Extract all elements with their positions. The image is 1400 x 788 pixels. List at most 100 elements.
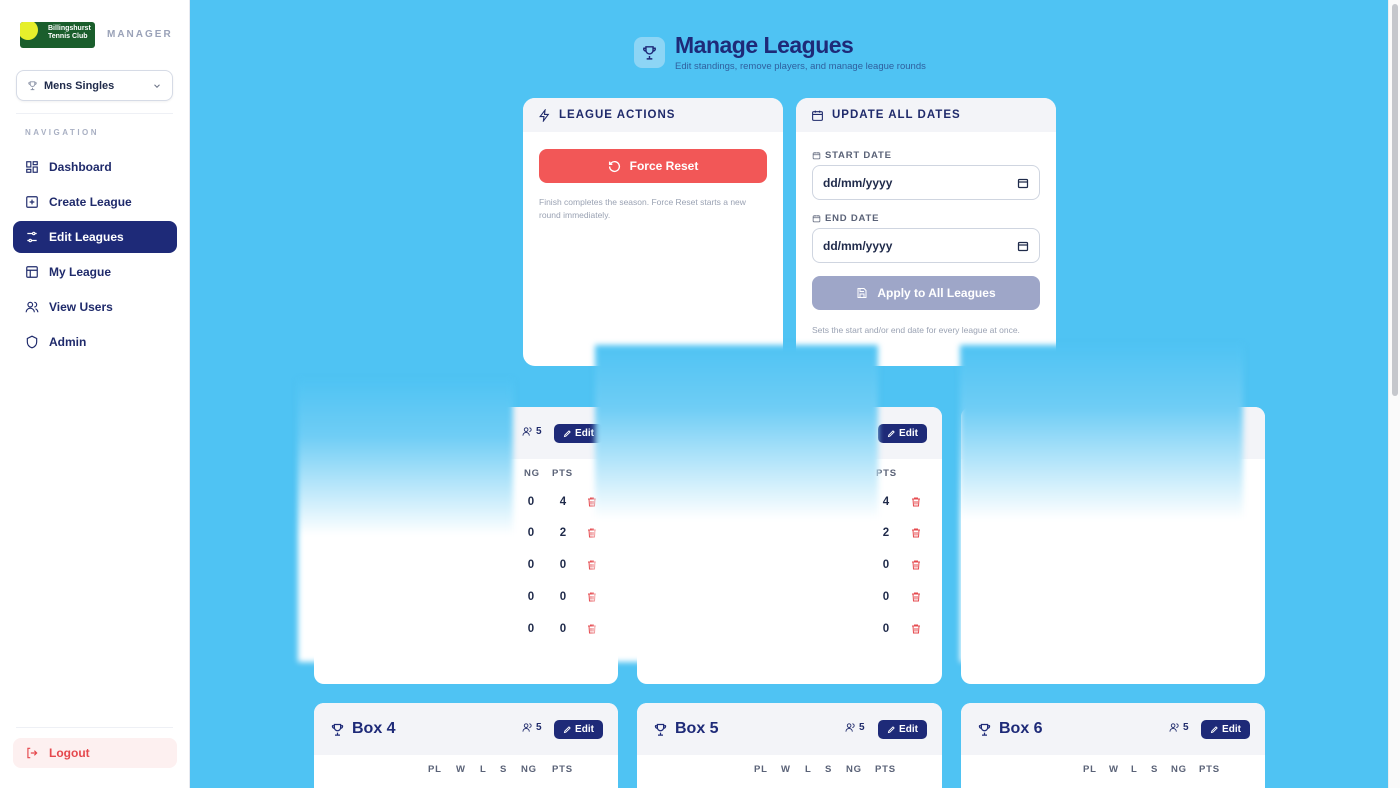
- col-header-w: W: [1109, 764, 1119, 775]
- col-header-ng: NG: [1171, 764, 1187, 775]
- cell-pts: 0: [882, 559, 890, 571]
- col-header-ng: NG: [846, 764, 862, 775]
- league-box-5: Box 5 5 Edit PL W L S NG PTS: [637, 703, 942, 788]
- blur-overlay: [298, 380, 513, 662]
- edit-button[interactable]: Edit: [554, 720, 603, 739]
- logo-text: Billingshurst Tennis Club: [48, 25, 91, 40]
- edit-button[interactable]: Edit: [878, 720, 927, 739]
- page-scrollbar[interactable]: [1388, 0, 1400, 788]
- col-header-l: L: [805, 764, 812, 775]
- end-date-input[interactable]: dd/mm/yyyy: [812, 228, 1040, 263]
- nav-item-dashboard[interactable]: Dashboard: [13, 151, 177, 183]
- app-title: MANAGER: [107, 29, 173, 40]
- reset-icon: [608, 160, 620, 172]
- cell-pts: 4: [882, 496, 890, 508]
- end-date-label: END DATE: [812, 213, 879, 224]
- trash-icon[interactable]: [910, 496, 922, 508]
- nav-item-label: Edit Leagues: [49, 230, 124, 244]
- col-header-w: W: [781, 764, 791, 775]
- col-header-pts: PTS: [552, 468, 573, 479]
- col-header-s: S: [500, 764, 508, 775]
- force-reset-button[interactable]: Force Reset: [539, 149, 767, 183]
- page-title: Manage Leagues: [675, 32, 854, 58]
- divider: [16, 727, 173, 728]
- pencil-icon: [887, 430, 895, 438]
- start-date-label: START DATE: [812, 150, 892, 161]
- col-header-pts: PTS: [876, 468, 897, 479]
- plus-square-icon: [26, 196, 38, 208]
- col-header-pts: PTS: [1199, 764, 1220, 775]
- league-actions-note: Finish completes the season. Force Reset…: [539, 197, 746, 220]
- cell-pts: 0: [559, 623, 567, 635]
- users-icon: [25, 301, 39, 313]
- edit-label: Edit: [899, 428, 918, 439]
- league-box-4: Box 4 5 Edit PL W L S NG PTS: [314, 703, 618, 788]
- nav-item-create-league[interactable]: Create League: [13, 186, 177, 218]
- col-header-s: S: [825, 764, 833, 775]
- cell-ng: 0: [527, 527, 535, 539]
- card-header: UPDATE ALL DATES: [796, 98, 1056, 132]
- trash-icon[interactable]: [910, 527, 922, 539]
- nav-item-edit-leagues[interactable]: Edit Leagues: [13, 221, 177, 253]
- box-title: Box 5: [675, 720, 719, 737]
- nav-item-label: Dashboard: [49, 160, 112, 174]
- trophy-icon: [654, 723, 667, 736]
- save-icon: [857, 288, 867, 298]
- start-date-input[interactable]: dd/mm/yyyy: [812, 165, 1040, 200]
- edit-label: Edit: [1222, 724, 1241, 735]
- calendar-icon: [812, 110, 823, 121]
- trash-icon[interactable]: [910, 559, 922, 571]
- calendar-icon: [812, 152, 821, 160]
- divider: [16, 113, 173, 114]
- edit-label: Edit: [575, 724, 594, 735]
- col-header-pts: PTS: [552, 764, 573, 775]
- league-selector[interactable]: Mens Singles: [16, 70, 173, 101]
- update-dates-card: UPDATE ALL DATES START DATE dd/mm/yyyy E…: [796, 98, 1056, 366]
- trash-icon[interactable]: [910, 591, 922, 603]
- nav-item-label: My League: [49, 265, 112, 279]
- box-title: Box 4: [352, 720, 396, 737]
- edit-label: Edit: [575, 428, 594, 439]
- table-icon: [26, 266, 38, 278]
- nav-item-view-users[interactable]: View Users: [13, 291, 177, 323]
- trophy-icon: [978, 723, 991, 736]
- blur-overlay: [595, 345, 878, 662]
- lightning-icon: [539, 108, 550, 122]
- sidebar: Billingshurst Tennis Club MANAGER Mens S…: [0, 0, 190, 788]
- apply-label: Apply to All Leagues: [877, 286, 996, 300]
- logout-label: Logout: [49, 746, 90, 760]
- pencil-icon: [563, 430, 571, 438]
- col-header-pl: PL: [754, 764, 768, 775]
- trash-icon[interactable]: [910, 623, 922, 635]
- cell-pts: 2: [559, 527, 567, 539]
- calendar-picker-icon[interactable]: [1017, 240, 1029, 252]
- edit-button[interactable]: Edit: [878, 424, 927, 443]
- apply-all-leagues-button[interactable]: Apply to All Leagues: [812, 276, 1040, 310]
- scrollbar-thumb[interactable]: [1392, 4, 1398, 396]
- force-reset-label: Force Reset: [629, 159, 699, 173]
- nav-item-admin[interactable]: Admin: [13, 326, 177, 358]
- cell-pts: 4: [559, 496, 567, 508]
- sliders-icon: [27, 231, 37, 243]
- cell-pts: 0: [882, 623, 890, 635]
- calendar-picker-icon[interactable]: [1017, 177, 1029, 189]
- trophy-icon: [634, 37, 665, 68]
- edit-button[interactable]: Edit: [1201, 720, 1250, 739]
- league-actions-card: LEAGUE ACTIONS Force Reset Finish comple…: [523, 98, 783, 366]
- nav-item-label: Admin: [49, 335, 87, 349]
- chevron-down-icon: [154, 83, 160, 88]
- col-header-l: L: [1131, 764, 1138, 775]
- cell-ng: 0: [527, 559, 535, 571]
- nav-item-my-league[interactable]: My League: [13, 256, 177, 288]
- player-count: 5: [1169, 722, 1189, 733]
- cell-ng: 0: [527, 496, 535, 508]
- league-box-6: Box 6 5 Edit PL W L S NG PTS: [961, 703, 1265, 788]
- logout-button[interactable]: Logout: [13, 738, 177, 768]
- start-date-value: dd/mm/yyyy: [823, 175, 893, 190]
- page-subtitle: Edit standings, remove players, and mana…: [675, 61, 926, 72]
- cell-ng: 0: [527, 591, 535, 603]
- club-logo[interactable]: Billingshurst Tennis Club: [20, 22, 95, 48]
- users-icon: [522, 723, 532, 732]
- cell-pts: 0: [882, 591, 890, 603]
- end-date-value: dd/mm/yyyy: [823, 238, 893, 253]
